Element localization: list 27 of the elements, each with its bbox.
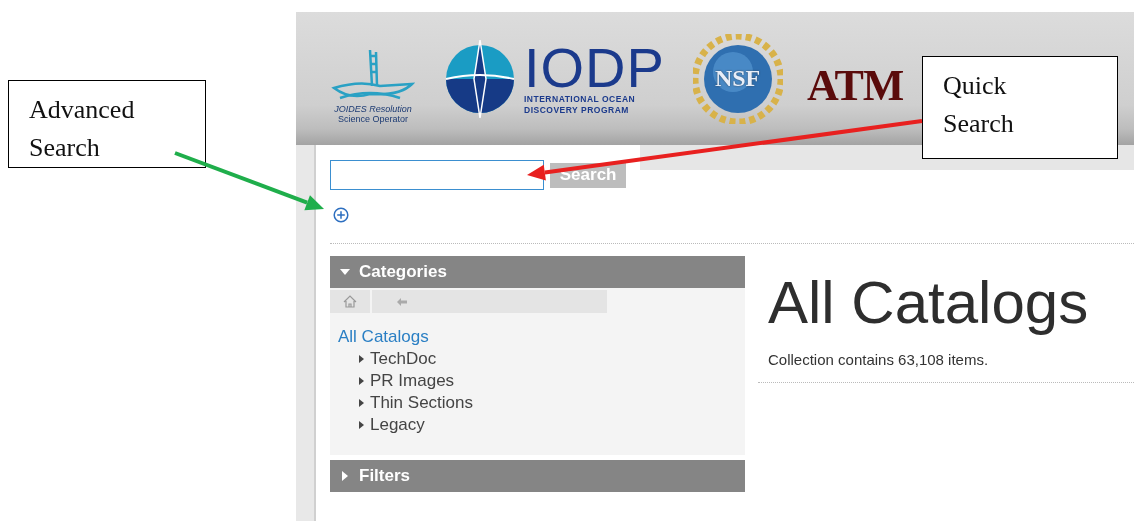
category-item[interactable]: Thin Sections <box>358 392 745 414</box>
home-icon[interactable] <box>343 295 357 308</box>
logo-caption: INTERNATIONAL OCEAN <box>524 93 637 105</box>
logo-caption: Science Operator <box>337 113 408 124</box>
category-link[interactable]: All Catalogs <box>338 326 429 348</box>
caret-right-icon <box>358 355 365 363</box>
logo-caption: JOIDES Resolution <box>334 103 412 114</box>
logo-caption: DISCOVERY PROGRAM <box>524 104 630 116</box>
category-item[interactable]: Legacy <box>358 414 745 436</box>
plus-circle-icon[interactable] <box>333 207 349 223</box>
compass-globe-icon <box>444 37 516 120</box>
globe-seal-icon <box>692 33 783 124</box>
callout-label: Quick Search <box>922 56 1118 159</box>
panel-header[interactable]: Categories <box>330 256 745 288</box>
caret-right-icon <box>358 399 365 407</box>
callout-label: Advanced Search <box>8 80 206 168</box>
collection-summary: Collection contains 63,108 items. <box>768 351 990 369</box>
caret-right-icon <box>358 421 365 429</box>
category-item[interactable]: TechDoc <box>358 348 745 370</box>
logo-wordmark: ATM <box>806 60 904 111</box>
category-item[interactable]: PR Images <box>358 370 745 392</box>
search-field[interactable] <box>330 160 545 190</box>
logo-wordmark: NSF <box>714 64 761 92</box>
page-title: All Catalogs <box>768 270 1090 336</box>
caret-right-icon <box>358 377 365 385</box>
logo-wordmark: IODP <box>524 41 665 94</box>
panel-header[interactable]: Filters <box>330 460 745 492</box>
